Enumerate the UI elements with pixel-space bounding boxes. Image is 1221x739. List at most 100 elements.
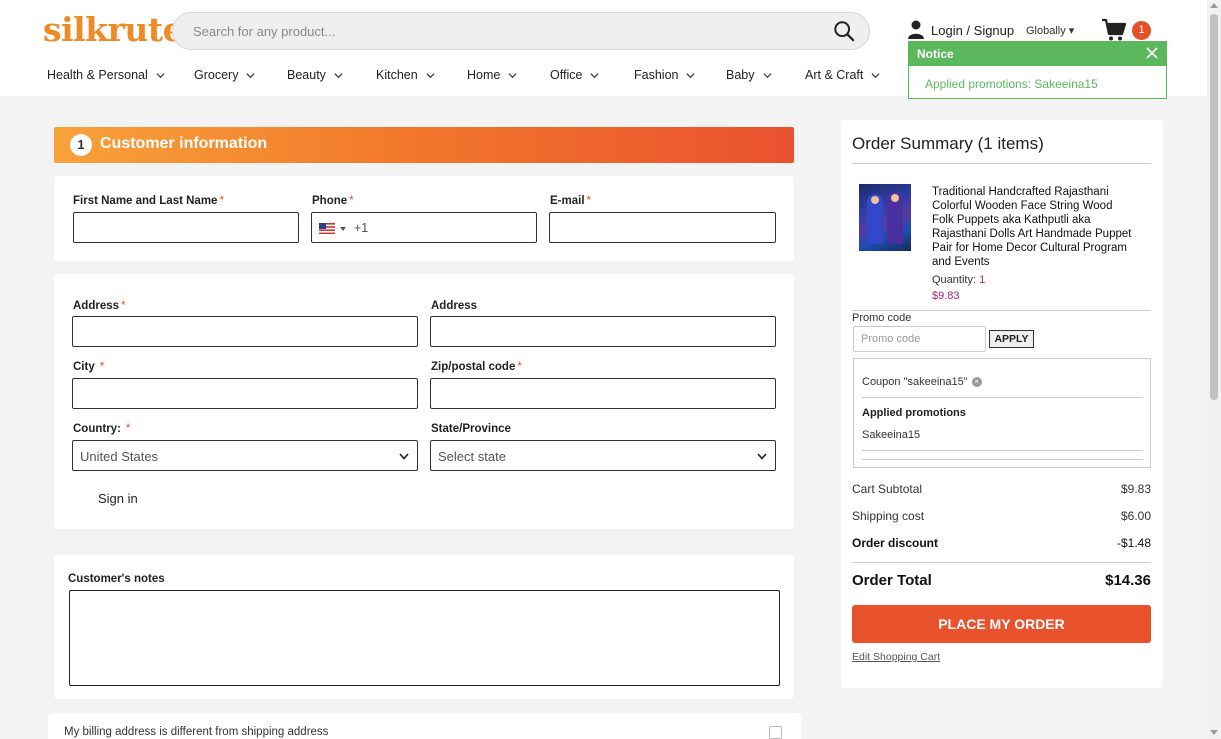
address-field[interactable] [72,316,418,347]
product-name[interactable]: Traditional Handcrafted Rajasthani Color… [932,185,1137,269]
address2-field[interactable] [430,316,776,347]
nav-item-beauty[interactable]: Beauty [287,68,376,82]
nav-item-baby[interactable]: Baby [726,68,805,82]
nav-item-home[interactable]: Home [467,68,550,82]
divider [852,163,1151,164]
billing-address-row: My billing address is different from shi… [48,713,801,739]
nav-item-grocery[interactable]: Grocery [194,68,287,82]
billing-different-checkbox[interactable] [769,726,782,739]
promo-code-label: Promo code [852,312,912,324]
notes-textarea[interactable] [69,590,780,686]
dial-code: +1 [354,221,369,235]
nav-item-kitchen[interactable]: Kitchen [376,68,467,82]
chevron-down-icon [686,72,695,78]
edit-cart-link[interactable]: Edit Shopping Cart [852,651,940,663]
search-bar[interactable]: Search for any product... [172,12,870,50]
promo-code-placeholder: Promo code [861,333,921,345]
login-signup-link[interactable]: Login / Signup [931,23,1014,38]
scroll-down-icon[interactable] [1210,730,1218,735]
phone-label: Phone * [312,195,354,207]
subtotal-label: Cart Subtotal [852,482,923,496]
discount-value: -$1.48 [1116,536,1151,550]
notice-title: Notice [917,47,954,61]
notice-toast: Notice Applied promotions: Sakeeina15 [908,41,1167,99]
customer-info-banner: 1 Customer information [54,127,794,163]
phone-field[interactable]: +1 [311,212,537,243]
shipping-label: Shipping cost [852,509,925,523]
scroll-up-icon[interactable] [1210,3,1218,8]
cart-icon[interactable] [1101,18,1127,42]
chevron-down-icon [156,72,165,78]
category-nav: Health & Personal Grocery Beauty Kitchen… [47,68,895,82]
total-label: Order Total [852,572,932,589]
order-summary-title: Order Summary (1 items) [852,134,1044,153]
notes-card: Customer's notes [54,555,794,699]
search-icon[interactable] [833,20,855,42]
address-label: Address * [73,300,126,312]
user-icon[interactable] [906,19,926,39]
contact-card: First Name and Last Name * Phone * +1 E-ma… [54,176,794,261]
address2-label: Address [431,300,478,312]
search-input[interactable]: Search for any product... [193,24,335,39]
step-number: 1 [70,134,92,156]
cart-count-badge[interactable]: 1 [1132,21,1151,40]
subtotal-value: $9.83 [1120,482,1151,496]
chevron-down-icon [246,72,255,78]
country-selected-value: United States [80,449,159,464]
divider [862,450,1143,451]
chevron-down-icon [508,72,517,78]
chevron-down-icon [426,72,435,78]
nav-item-office[interactable]: Office [550,68,634,82]
email-field[interactable] [549,212,776,243]
us-flag-icon[interactable] [319,223,335,234]
city-label: City * [73,361,105,373]
chevron-down-icon [334,72,343,78]
name-field[interactable] [73,212,299,243]
product-thumbnail[interactable] [859,184,911,251]
nav-item-art-craft[interactable]: Art & Craft [805,68,895,82]
section-title: Customer information [100,135,268,152]
nav-item-health-personal[interactable]: Health & Personal [47,68,194,82]
applied-promotion-value: Sakeeina15 [862,429,921,441]
puppet-face [871,196,879,204]
discount-row: Order discount -$1.48 [852,536,1151,550]
product-price: $9.83 [932,290,960,302]
close-icon[interactable] [1146,47,1158,59]
apply-promo-button[interactable]: APPLY [989,330,1034,348]
state-select[interactable]: Select state [430,440,776,471]
product-quantity: Quantity: 1 [932,274,986,286]
billing-label: My billing address is different from shi… [64,726,329,738]
chevron-down-icon [757,453,767,460]
zip-label: Zip/postal code * [431,361,522,373]
divider [852,562,1151,563]
chevron-down-icon [762,72,772,78]
scrollbar-thumb[interactable] [1210,14,1218,400]
country-select[interactable]: United States [72,440,418,471]
discount-label: Order discount [852,536,939,550]
applied-coupons-box: Coupon "sakeeina15" × Applied promotions … [853,358,1151,468]
nav-item-fashion[interactable]: Fashion [634,68,726,82]
silkrute-logo[interactable]: silkrute [43,10,184,49]
region-dropdown[interactable]: Globally ▾ [1026,24,1074,37]
sign-in-link[interactable]: Sign in [98,491,138,506]
country-code-caret-icon[interactable] [340,227,346,231]
place-order-button[interactable]: PLACE MY ORDER [852,605,1151,643]
chevron-down-icon [871,72,880,78]
page-scrollbar[interactable] [1207,0,1221,739]
email-label: E-mail * [550,195,591,207]
chevron-down-icon [399,453,409,460]
promo-code-input[interactable]: Promo code [853,326,986,352]
divider [862,397,1143,398]
state-label: State/Province [431,423,511,435]
name-label: First Name and Last Name * [73,195,224,207]
divider [852,310,1151,311]
notes-label: Customer's notes [68,573,165,585]
chevron-down-icon [590,72,599,78]
puppet-face [891,194,899,202]
zip-field[interactable] [430,378,776,409]
divider [862,459,1143,460]
remove-coupon-icon[interactable]: × [971,377,982,387]
total-row: Order Total $14.36 [852,572,1151,589]
coupon-tag: Coupon "sakeeina15" × [862,376,982,388]
city-field[interactable] [72,378,418,409]
